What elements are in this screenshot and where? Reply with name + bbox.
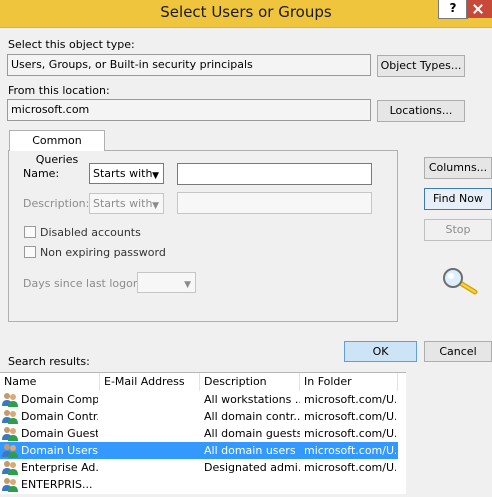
magnifier-icon [443,268,478,295]
cell-name: Domain Comp... [21,393,98,406]
results-list[interactable]: Name E-Mail Address Description In Folde… [0,372,406,494]
non-expiring-label: Non expiring password [40,246,166,259]
column-header-name[interactable]: Name [0,373,100,391]
cell-name: Domain Guests [21,427,98,440]
cell-description: All workstations ... [204,393,300,406]
chevron-down-icon: ▼ [152,201,159,211]
search-results-label: Search results: [8,355,90,368]
object-type-label: Select this object type: [8,38,135,51]
column-header-folder[interactable]: In Folder [300,373,398,391]
cell-email [104,442,198,459]
cell-email [104,425,198,442]
table-row[interactable]: Enterprise Ad... Designated admi... micros… [0,459,398,476]
days-since-logon-select[interactable]: ▼ [137,272,196,293]
cancel-button[interactable]: Cancel [424,341,492,362]
disabled-accounts-checkbox[interactable] [24,226,36,238]
cell-description: All domain users [204,444,296,457]
cell-description: All domain guests [204,427,300,440]
cell-name: Enterprise Ad... [21,461,98,474]
cell-description: Designated admi... [204,461,300,474]
name-label: Name: [23,167,60,180]
description-mode-value: Starts with [93,197,153,210]
table-row[interactable]: Domain Contr... All domain contr... micros… [0,408,398,425]
description-mode-select[interactable]: Starts with ▼ [89,193,164,214]
cell-name: ENTERPRIS... [21,478,93,491]
find-now-button[interactable]: Find Now [424,188,492,210]
cell-folder: microsoft.com/U... [304,427,396,440]
cell-folder: microsoft.com/U... [304,461,396,474]
close-icon[interactable] [466,0,492,18]
stop-button[interactable]: Stop [424,219,492,241]
column-header-email[interactable]: E-Mail Address [100,373,200,391]
cell-folder: microsoft.com/U... [304,393,396,406]
chevron-down-icon: ▼ [184,280,191,290]
user-group-icon [2,477,19,492]
cell-email [104,476,198,493]
table-row[interactable]: ENTERPRIS... [0,476,398,493]
window-title: Select Users or Groups [160,3,332,21]
non-expiring-checkbox[interactable] [24,246,36,258]
cell-folder: microsoft.com/U... [304,444,396,457]
columns-button[interactable]: Columns... [424,157,492,179]
object-types-button[interactable]: Object Types... [377,55,465,77]
cell-email [104,408,198,425]
description-label: Description: [23,197,90,210]
name-input[interactable] [177,163,372,185]
days-since-logon-label: Days since last logon: [23,277,144,290]
ok-button[interactable]: OK [344,341,417,362]
name-mode-select[interactable]: Starts with ▼ [89,163,164,184]
table-row[interactable]: Domain Users All domain users microsoft.co… [0,442,398,459]
location-label: From this location: [8,84,110,97]
chevron-down-icon: ▼ [152,171,159,181]
cell-folder [304,476,396,493]
disabled-accounts-label: Disabled accounts [40,226,141,239]
cell-description: All domain contr... [204,410,300,423]
cell-folder: microsoft.com/U... [304,410,396,423]
cell-name: Domain Contr... [21,410,98,423]
cell-name: Domain Users [21,444,98,457]
user-group-icon [2,392,19,407]
tab-common-queries[interactable]: Common Queries [9,130,105,166]
table-row[interactable]: Domain Guests All domain guests microsoft.… [0,425,398,442]
user-group-icon [2,409,19,424]
help-button[interactable]: ? [438,0,468,19]
table-row[interactable]: Domain Comp... All workstations ... micros… [0,391,398,408]
column-header-description[interactable]: Description [200,373,300,391]
name-mode-value: Starts with [93,167,153,180]
user-group-icon [2,426,19,441]
cell-description [204,476,300,493]
location-field: microsoft.com [7,99,371,121]
cell-email [104,459,198,476]
cell-email [104,391,198,408]
locations-button[interactable]: Locations... [377,100,465,122]
user-group-icon [2,443,19,458]
user-group-icon [2,460,19,475]
object-type-field: Users, Groups, or Built-in security prin… [7,54,371,76]
description-input[interactable] [177,192,372,214]
